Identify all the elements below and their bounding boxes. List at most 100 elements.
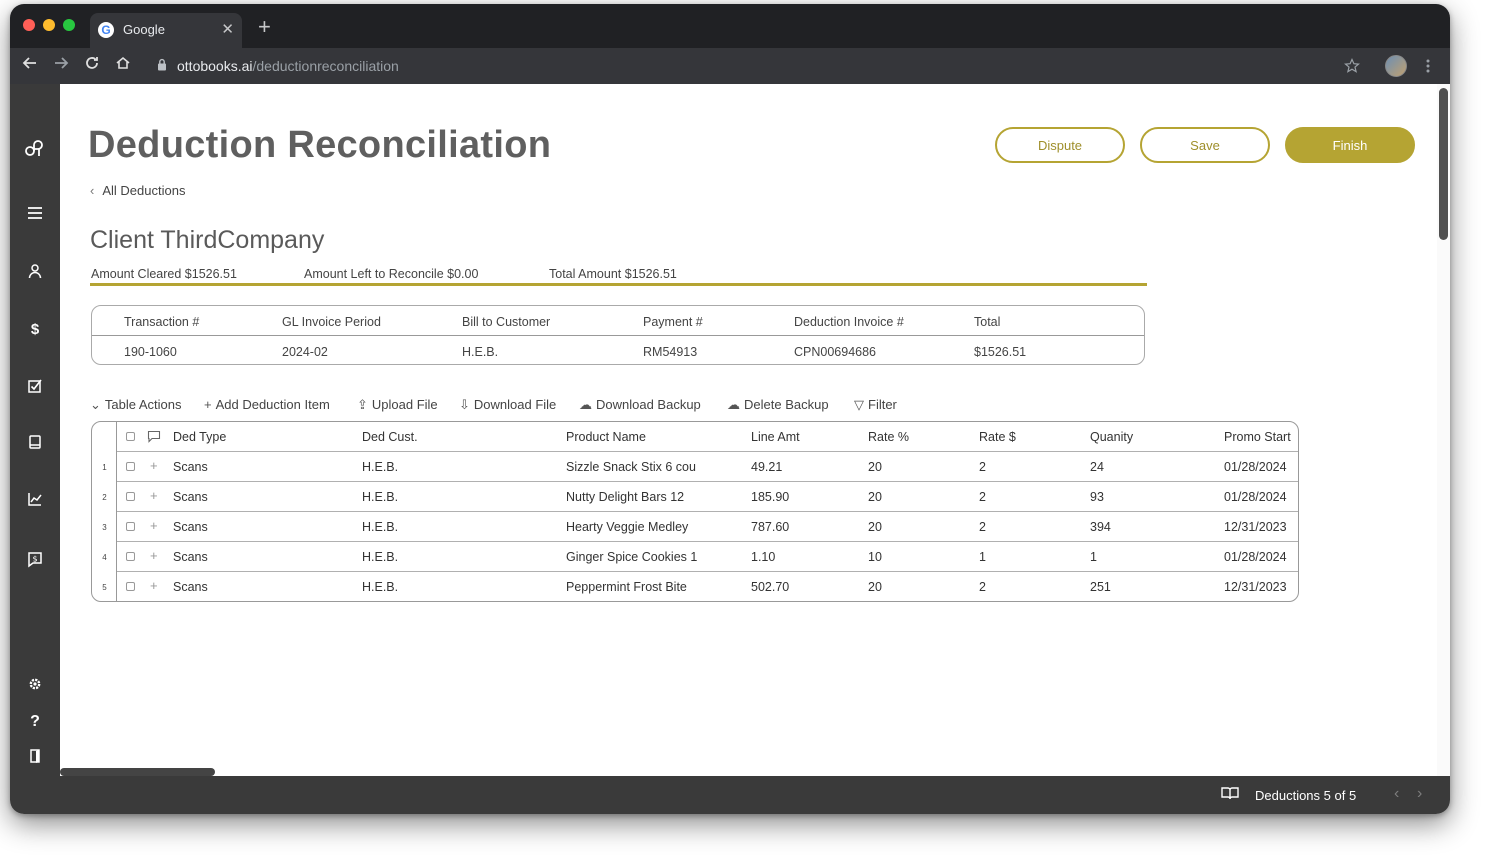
table-cell[interactable]: Scans (173, 490, 208, 504)
table-cell[interactable]: Scans (173, 550, 208, 564)
table-cell[interactable]: 2 (979, 460, 986, 474)
column-header[interactable]: Promo Start (1224, 430, 1291, 444)
book-icon[interactable] (10, 434, 60, 456)
expand-row-icon[interactable]: + (150, 518, 158, 533)
help-icon[interactable]: ? (10, 712, 60, 732)
download-file-button[interactable]: ⇩ Download File (459, 397, 556, 413)
home-icon[interactable] (115, 55, 131, 76)
table-cell[interactable]: Hearty Veggie Medley (566, 520, 688, 534)
table-cell[interactable]: Sizzle Snack Stix 6 cou (566, 460, 696, 474)
back-arrow-icon[interactable] (22, 55, 38, 76)
table-cell[interactable]: 2 (979, 490, 986, 504)
table-cell[interactable]: 1 (1090, 550, 1097, 564)
table-cell[interactable]: Scans (173, 520, 208, 534)
checkbox-icon[interactable] (10, 378, 60, 400)
table-cell[interactable]: 12/31/2023 (1224, 520, 1287, 534)
column-header[interactable]: Quanity (1090, 430, 1133, 444)
save-button[interactable]: Save (1140, 127, 1270, 163)
table-cell[interactable]: 394 (1090, 520, 1111, 534)
bookmark-star-icon[interactable] (1344, 58, 1360, 79)
add-deduction-item-button[interactable]: + Add Deduction Item (204, 397, 330, 412)
vertical-scrollbar-thumb[interactable] (1439, 88, 1448, 240)
table-cell[interactable]: 502.70 (751, 580, 789, 594)
table-cell[interactable]: H.E.B. (362, 520, 398, 534)
expand-row-icon[interactable]: + (150, 488, 158, 503)
breadcrumb-all-deductions[interactable]: All Deductions (102, 183, 185, 198)
table-cell[interactable]: Ginger Spice Cookies 1 (566, 550, 697, 564)
door-icon[interactable] (10, 748, 60, 770)
column-header[interactable]: Ded Cust. (362, 430, 418, 444)
table-cell[interactable]: 20 (868, 460, 882, 474)
browser-menu-icon[interactable] (1425, 58, 1431, 79)
table-cell[interactable]: H.E.B. (362, 490, 398, 504)
table-cell[interactable]: 24 (1090, 460, 1104, 474)
dollar-icon[interactable]: $ (10, 320, 60, 340)
profile-avatar[interactable] (1385, 55, 1407, 77)
table-cell[interactable]: 251 (1090, 580, 1111, 594)
table-cell[interactable]: 1.10 (751, 550, 775, 564)
table-cell[interactable]: 20 (868, 520, 882, 534)
column-header[interactable]: Ded Type (173, 430, 226, 444)
expand-row-icon[interactable]: + (150, 548, 158, 563)
table-cell[interactable]: 20 (868, 490, 882, 504)
table-cell[interactable]: 185.90 (751, 490, 789, 504)
table-cell[interactable]: Peppermint Frost Bite (566, 580, 687, 594)
table-cell[interactable]: 1 (979, 550, 986, 564)
table-cell[interactable]: 2 (979, 580, 986, 594)
logo-icon[interactable] (10, 140, 60, 164)
table-cell[interactable]: 49.21 (751, 460, 782, 474)
minimize-window-button[interactable] (43, 19, 55, 31)
table-actions-toggle[interactable]: ⌄ Table Actions (90, 397, 182, 413)
invoice-icon[interactable]: $ (10, 551, 60, 574)
reload-icon[interactable] (84, 55, 100, 76)
new-tab-button[interactable]: + (258, 16, 271, 38)
table-cell[interactable]: H.E.B. (362, 460, 398, 474)
browser-tab[interactable]: G Google ✕ (90, 13, 242, 48)
close-tab-icon[interactable]: ✕ (221, 20, 234, 38)
table-cell[interactable]: H.E.B. (362, 550, 398, 564)
comment-icon[interactable] (147, 430, 161, 446)
filter-button[interactable]: ▽ Filter (854, 397, 897, 413)
column-header[interactable]: Rate % (868, 430, 909, 444)
chart-icon[interactable] (10, 491, 60, 513)
row-checkbox[interactable] (126, 492, 135, 501)
row-checkbox[interactable] (126, 582, 135, 591)
table-cell[interactable]: 787.60 (751, 520, 789, 534)
horizontal-scrollbar[interactable] (60, 768, 215, 776)
table-cell[interactable]: Scans (173, 580, 208, 594)
table-cell[interactable]: 01/28/2024 (1224, 550, 1287, 564)
column-header[interactable]: Line Amt (751, 430, 800, 444)
finish-button[interactable]: Finish (1285, 127, 1415, 163)
select-all-checkbox[interactable] (126, 432, 135, 441)
breadcrumb[interactable]: ‹ All Deductions (90, 183, 185, 198)
table-cell[interactable]: H.E.B. (362, 580, 398, 594)
next-deduction-icon[interactable]: › (1417, 785, 1422, 803)
close-window-button[interactable] (23, 19, 35, 31)
previous-deduction-icon[interactable]: ‹ (1394, 785, 1399, 803)
table-cell[interactable]: 01/28/2024 (1224, 460, 1287, 474)
column-header[interactable]: Rate $ (979, 430, 1016, 444)
menu-icon[interactable] (10, 205, 60, 227)
table-cell[interactable]: 2 (979, 520, 986, 534)
address-bar[interactable]: ottobooks.ai/deductionreconciliation (146, 52, 1378, 80)
row-checkbox[interactable] (126, 522, 135, 531)
row-checkbox[interactable] (126, 552, 135, 561)
table-cell[interactable]: 93 (1090, 490, 1104, 504)
gear-icon[interactable] (10, 676, 60, 698)
table-cell[interactable]: 12/31/2023 (1224, 580, 1287, 594)
table-cell[interactable]: 01/28/2024 (1224, 490, 1287, 504)
delete-backup-button[interactable]: ☁ Delete Backup (727, 397, 829, 413)
maximize-window-button[interactable] (63, 19, 75, 31)
user-icon[interactable] (10, 263, 60, 285)
expand-row-icon[interactable]: + (150, 458, 158, 473)
forward-arrow-icon[interactable] (53, 55, 69, 76)
download-backup-button[interactable]: ☁ Download Backup (579, 397, 701, 413)
dispute-button[interactable]: Dispute (995, 127, 1125, 163)
row-checkbox[interactable] (126, 462, 135, 471)
table-cell[interactable]: Scans (173, 460, 208, 474)
column-header[interactable]: Product Name (566, 430, 646, 444)
expand-row-icon[interactable]: + (150, 578, 158, 593)
url-text[interactable]: ottobooks.ai/deductionreconciliation (177, 58, 399, 74)
table-cell[interactable]: Nutty Delight Bars 12 (566, 490, 684, 504)
table-cell[interactable]: 10 (868, 550, 882, 564)
